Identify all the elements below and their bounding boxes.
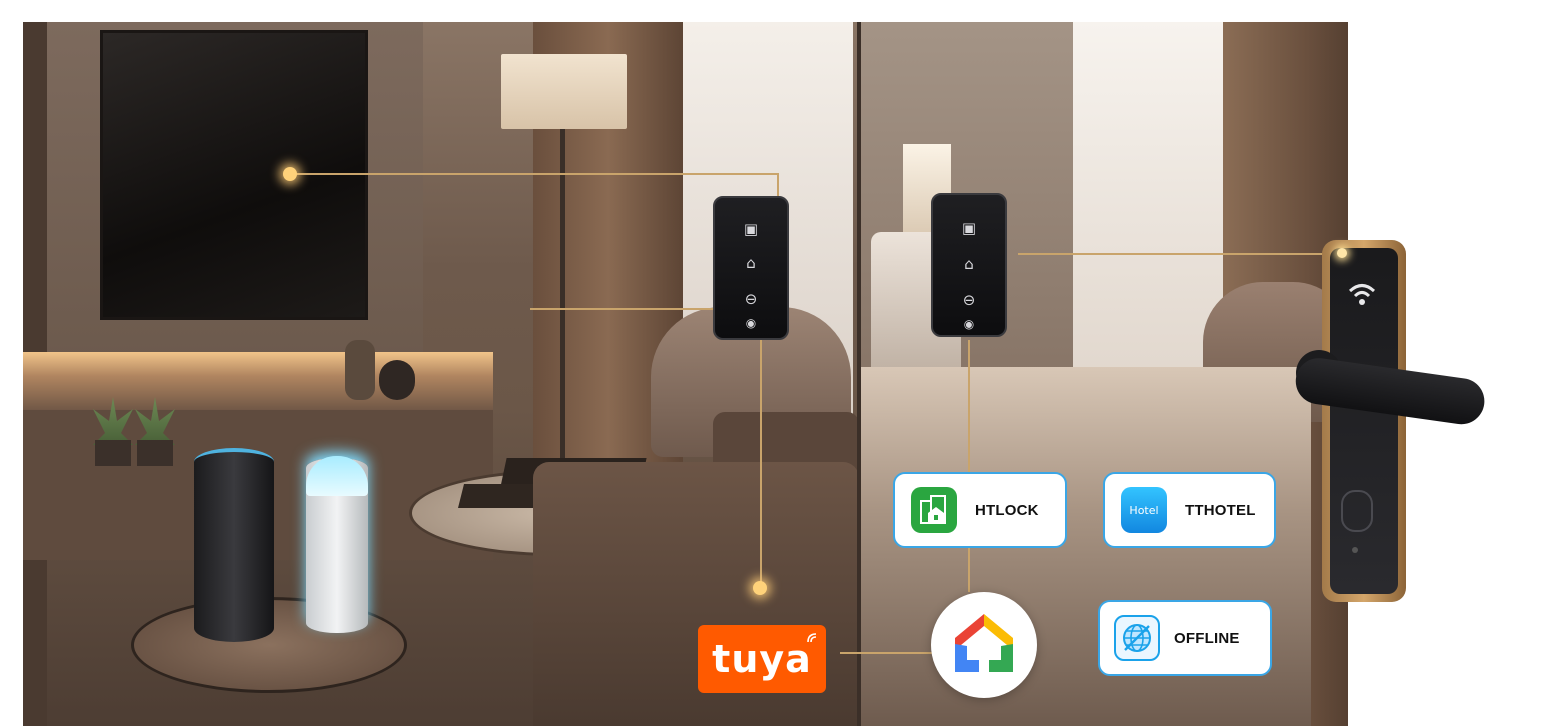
hotspot [753, 581, 767, 595]
television [100, 30, 368, 320]
tthotel-app-card[interactable]: Hotel TTHOTEL [1103, 472, 1276, 548]
floor-lamp-shade [501, 54, 627, 129]
lock-keyhole [1352, 547, 1358, 553]
connector-line [760, 336, 762, 588]
wifi-icon [1342, 280, 1382, 310]
power-icon: ⊖ [744, 290, 758, 308]
tthotel-icon: Hotel [1121, 487, 1167, 533]
scene-divider [857, 22, 861, 726]
vase [345, 340, 375, 400]
tuya-logo-text: tuya [712, 637, 812, 681]
floor-lamp-stand [560, 129, 565, 459]
plant-pot [137, 440, 173, 466]
connector-line [968, 340, 970, 592]
plant-pot [95, 440, 131, 466]
fingerprint-sensor [1341, 490, 1373, 532]
connector-line [840, 652, 932, 654]
connector-line [1018, 253, 1340, 255]
connector-line [530, 308, 714, 310]
globe-offline-icon [1114, 615, 1160, 661]
vase [379, 360, 415, 400]
tthotel-icon-text: Hotel [1129, 503, 1159, 517]
smart-switch-panel: ▣ ⌂ ⊖ ◉ [931, 193, 1007, 337]
door-icon: ⌂ [964, 255, 974, 273]
tthotel-label: TTHOTEL [1185, 501, 1256, 519]
smart-speaker-black [194, 448, 274, 642]
bell-icon: ◉ [745, 316, 757, 330]
bell-icon: ◉ [963, 317, 975, 331]
htlock-app-card[interactable]: HTLOCK [893, 472, 1067, 548]
smart-switch-panel: ▣ ⌂ ⊖ ◉ [713, 196, 789, 340]
power-icon: ⊖ [962, 291, 976, 309]
building-lock-icon [911, 487, 957, 533]
google-home-icon [955, 614, 1013, 672]
card-icon: ▣ [743, 220, 759, 238]
offline-label: OFFLINE [1174, 629, 1240, 647]
tuya-logo[interactable]: tuya [698, 625, 826, 693]
connector-line [290, 173, 778, 175]
tv-hotspot [283, 167, 297, 181]
lit-shelf [23, 352, 493, 412]
door-icon: ⌂ [746, 254, 756, 272]
htlock-label: HTLOCK [975, 501, 1039, 519]
offline-card[interactable]: OFFLINE [1098, 600, 1272, 676]
lock-indicator-light [1337, 248, 1347, 258]
connector-line [777, 173, 779, 197]
google-home-logo[interactable] [931, 592, 1037, 698]
tuya-signal-icon [806, 631, 818, 647]
card-icon: ▣ [961, 219, 977, 237]
